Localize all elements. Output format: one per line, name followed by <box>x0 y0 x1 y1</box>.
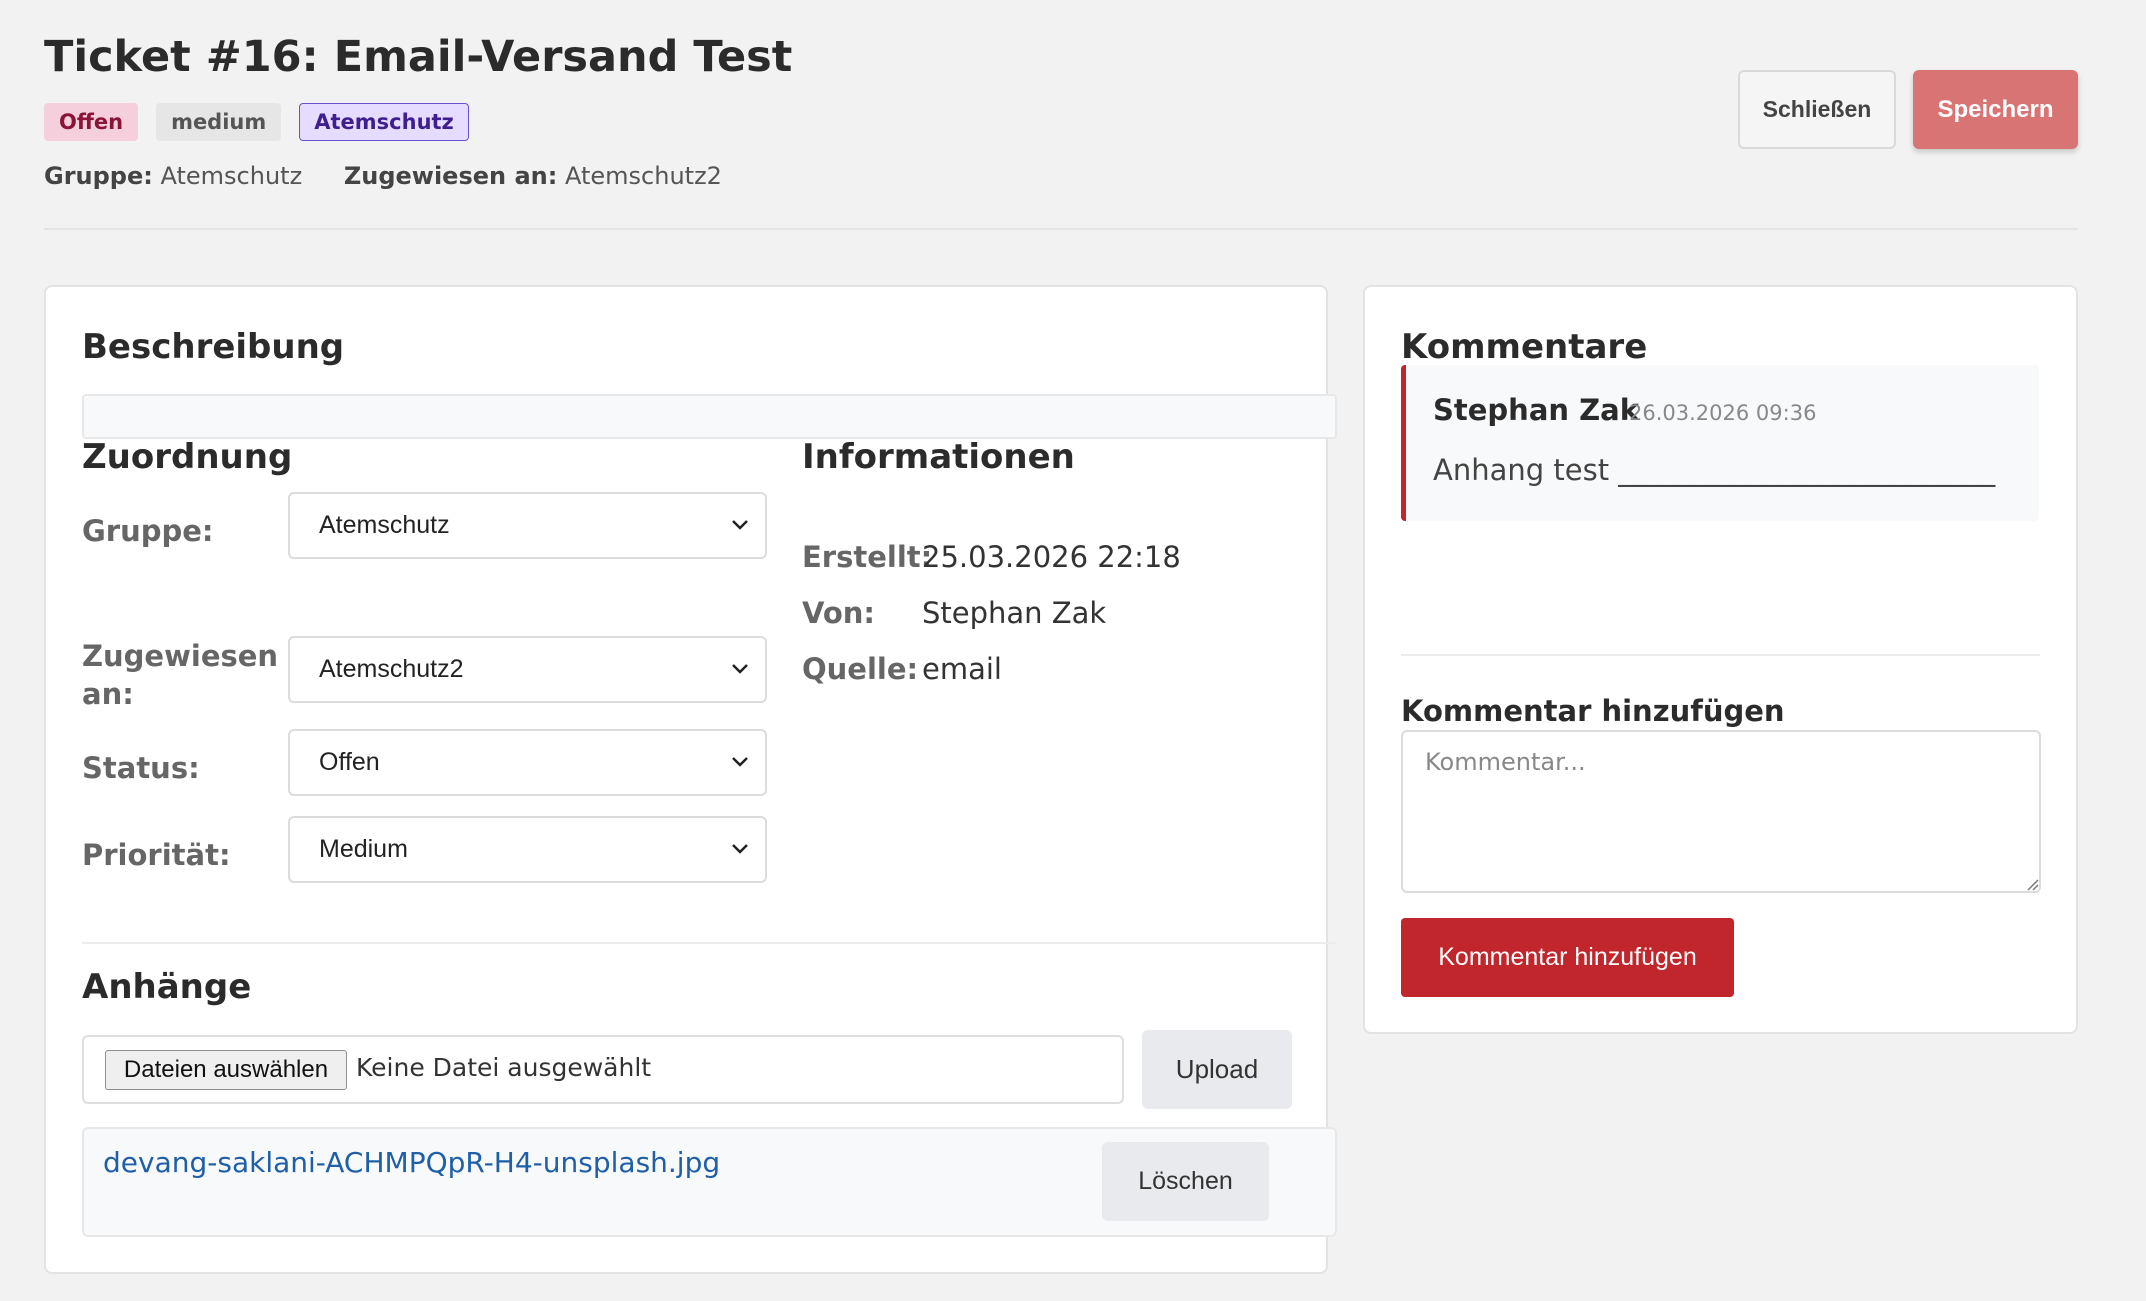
ticket-meta: Gruppe: Atemschutz Zugewiesen an: Atemsc… <box>44 162 756 190</box>
comments-heading: Kommentare <box>1401 327 1648 367</box>
comment-textarea[interactable] <box>1401 730 2041 893</box>
no-file-text: Keine Datei ausgewählt <box>356 1053 652 1082</box>
chevron-down-icon <box>732 757 748 767</box>
info-created: Erstellt:25.03.2026 22:18 <box>802 540 1181 574</box>
info-created-value: 25.03.2026 22:18 <box>922 540 1181 574</box>
info-source: Quelle: email <box>802 652 1002 686</box>
page-title: Ticket #16: Email-Versand Test <box>44 32 793 82</box>
group-select[interactable]: Atemschutz <box>288 492 767 559</box>
info-created-key: Erstellt: <box>802 540 933 574</box>
choose-files-button[interactable]: Dateien auswählen <box>105 1050 347 1090</box>
priority-select-value: Medium <box>319 835 408 863</box>
badge-group: Offen medium Atemschutz <box>44 103 469 141</box>
add-comment-heading: Kommentar hinzufügen <box>1401 694 1785 728</box>
add-comment-button[interactable]: Kommentar hinzufügen <box>1401 918 1734 997</box>
file-input[interactable]: Dateien auswählen Keine Datei ausgewählt <box>82 1035 1124 1104</box>
group-badge: Atemschutz <box>299 103 469 141</box>
comments-divider <box>1401 654 2040 656</box>
info-from-value: Stephan Zak <box>922 596 1107 630</box>
close-button[interactable]: Schließen <box>1738 70 1896 149</box>
attachment-item: devang-saklani-ACHMPQpR-H4-unsplash.jpg … <box>82 1127 1337 1237</box>
info-heading: Informationen <box>802 437 1075 477</box>
section-divider <box>82 942 1337 944</box>
priority-badge: medium <box>156 103 282 141</box>
assigned-select[interactable]: Atemschutz2 <box>288 636 767 703</box>
group-select-value: Atemschutz <box>319 511 450 539</box>
chevron-down-icon <box>732 520 748 530</box>
assigned-label: Zugewiesen an: <box>82 639 279 711</box>
info-source-value: email <box>922 652 1002 686</box>
priority-select[interactable]: Medium <box>288 816 767 883</box>
comment-timestamp: 26.03.2026 09:36 <box>1629 401 1817 425</box>
meta-assigned-label: Zugewiesen an: <box>343 162 558 190</box>
info-from-key: Von: <box>802 596 876 630</box>
priority-label: Priorität: <box>82 838 231 872</box>
status-badge: Offen <box>44 103 139 141</box>
comment-text: Anhang test __________________________ <box>1433 453 1996 487</box>
meta-group: Gruppe: Atemschutz <box>44 162 302 190</box>
chevron-down-icon <box>732 664 748 674</box>
status-label: Status: <box>82 751 200 785</box>
delete-attachment-button[interactable]: Löschen <box>1102 1142 1269 1221</box>
comments-card: Kommentare Stephan Zak 26.03.2026 09:36 … <box>1363 285 2078 1034</box>
status-select[interactable]: Offen <box>288 729 767 796</box>
info-from: Von: Stephan Zak <box>802 596 1106 630</box>
description-box <box>82 394 1337 439</box>
info-source-key: Quelle: <box>802 652 919 686</box>
assigned-select-value: Atemschutz2 <box>319 655 464 683</box>
attachments-heading: Anhänge <box>82 967 252 1007</box>
status-select-value: Offen <box>319 748 380 776</box>
assignment-heading: Zuordnung <box>82 437 293 477</box>
meta-assigned: Zugewiesen an: Atemschutz2 <box>344 162 722 190</box>
save-button[interactable]: Speichern <box>1913 70 2078 149</box>
chevron-down-icon <box>732 844 748 854</box>
resize-grip-icon[interactable] <box>2025 877 2039 891</box>
ticket-details-card: Beschreibung Zuordnung Gruppe: Atemschut… <box>44 285 1337 1274</box>
description-heading: Beschreibung <box>82 327 345 367</box>
comment-item: Stephan Zak 26.03.2026 09:36 Anhang test… <box>1401 365 2039 521</box>
meta-assigned-value: Atemschutz2 <box>564 162 722 190</box>
group-label: Gruppe: <box>82 514 214 548</box>
meta-group-label: Gruppe: <box>44 162 153 190</box>
attachment-link[interactable]: devang-saklani-ACHMPQpR-H4-unsplash.jpg <box>103 1146 720 1179</box>
comment-author: Stephan Zak <box>1433 393 1640 427</box>
meta-group-value: Atemschutz <box>160 162 303 190</box>
upload-button[interactable]: Upload <box>1142 1030 1292 1109</box>
